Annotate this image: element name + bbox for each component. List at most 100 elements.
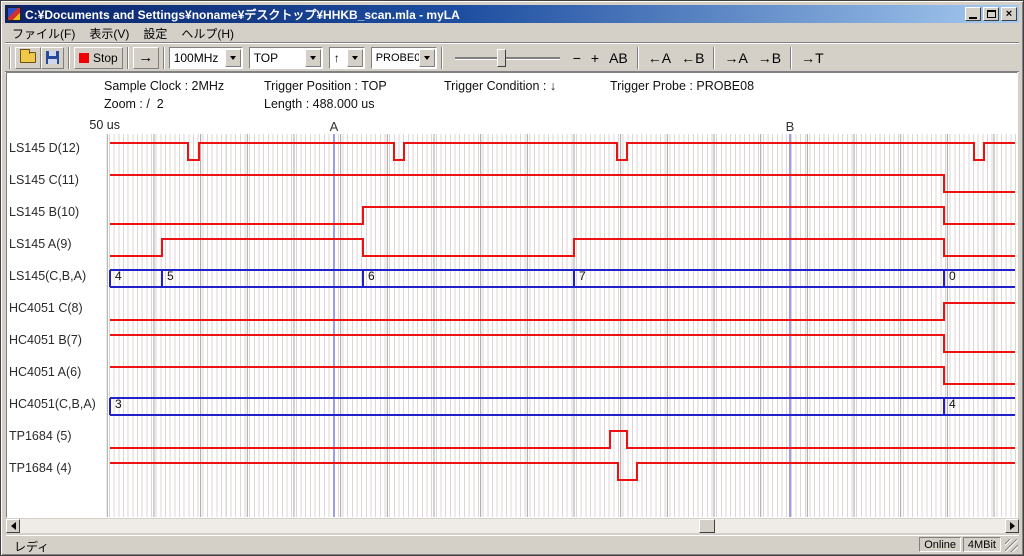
- trigger-probe-info: Trigger Probe : PROBE08: [610, 79, 754, 93]
- marker-a-label: A: [330, 119, 339, 134]
- stop-button[interactable]: Stop: [74, 47, 123, 69]
- bus-value: 6: [368, 269, 375, 283]
- waveform-trace: [110, 175, 1015, 192]
- trigger-position-info: Trigger Position : TOP: [264, 79, 387, 93]
- bus-value: 0: [949, 269, 956, 283]
- status-ready-text: レディ: [14, 538, 49, 555]
- trigger-probe-select[interactable]: PROBE00: [371, 47, 437, 69]
- open-folder-icon: [20, 52, 36, 63]
- waveform-trace: [110, 143, 1015, 160]
- run-arrow-icon: →: [138, 49, 153, 66]
- channel-label: HC4051 B(7): [9, 333, 82, 347]
- toolbar-separator: [127, 47, 129, 69]
- scroll-right-icon: [1010, 522, 1015, 530]
- scroll-right-button[interactable]: [1005, 519, 1019, 533]
- waveform-trace: [110, 335, 1015, 352]
- bus-value: 4: [949, 397, 956, 411]
- open-file-button[interactable]: [15, 47, 41, 69]
- set-marker-a-button[interactable]: →A: [719, 47, 752, 69]
- waveform-trace: [110, 303, 1015, 320]
- length-info: Length : 488.000 us: [264, 97, 375, 111]
- chevron-down-icon[interactable]: [347, 49, 363, 67]
- menu-item-view[interactable]: 表示(V): [82, 23, 136, 44]
- channel-label: LS145 A(9): [9, 237, 72, 251]
- capture-info: Sample Clock : 2MHz Trigger Position : T…: [7, 77, 1017, 113]
- slider-track[interactable]: [455, 57, 560, 59]
- status-online-badge: Online: [919, 537, 961, 552]
- window-title: C:¥Documents and Settings¥noname¥デスクトップ¥…: [25, 6, 965, 23]
- resize-grip[interactable]: [1005, 539, 1018, 552]
- waveform-svg: A B 50 us LS145 D(12) LS145 C(11) LS145 B(10)…: [7, 113, 1015, 518]
- toolbar-gripper: [9, 47, 11, 69]
- channel-label: LS145 B(10): [9, 205, 79, 219]
- chevron-down-icon[interactable]: [419, 49, 435, 67]
- scroll-left-icon: [11, 522, 16, 530]
- trigger-edge-select[interactable]: ↑: [329, 47, 365, 69]
- toolbar-separator: [441, 47, 443, 69]
- channel-label: LS145 C(11): [9, 173, 79, 187]
- goto-trigger-button[interactable]: →T: [796, 47, 829, 69]
- channel-label: TP1684 (4): [9, 461, 72, 475]
- ab-range-button[interactable]: AB: [604, 47, 633, 69]
- zoom-info: Zoom : / 2: [104, 97, 164, 111]
- toolbar: Stop → 100MHz TOP ↑ PROBE00 − + AB: [5, 44, 1019, 72]
- channel-label: HC4051 C(8): [9, 301, 83, 315]
- waveform-trace: [110, 207, 1015, 224]
- channel-label: LS145(C,B,A): [9, 269, 86, 283]
- stop-icon: [79, 53, 89, 63]
- trigger-condition-info: Trigger Condition : ↓: [444, 79, 556, 93]
- toolbar-separator: [713, 47, 715, 69]
- close-button[interactable]: ×: [1001, 7, 1017, 21]
- maximize-button[interactable]: [983, 7, 999, 21]
- zoom-slider[interactable]: [455, 47, 560, 69]
- bus-value: 4: [115, 269, 122, 283]
- channel-label: HC4051 A(6): [9, 365, 81, 379]
- save-file-button[interactable]: [41, 47, 64, 69]
- scrollbar-thumb[interactable]: [699, 519, 715, 533]
- waveform-trace: [110, 463, 1015, 480]
- menu-item-file[interactable]: ファイル(F): [5, 23, 82, 44]
- channel-label: HC4051(C,B,A): [9, 397, 96, 411]
- sample-clock-select[interactable]: 100MHz: [169, 47, 243, 69]
- marker-b-label: B: [786, 119, 795, 134]
- menu-item-settings[interactable]: 設定: [136, 23, 174, 44]
- app-window: C:¥Documents and Settings¥noname¥デスクトップ¥…: [0, 0, 1024, 556]
- scroll-left-button[interactable]: [6, 519, 20, 533]
- waveform-trace: [110, 367, 1015, 384]
- waveform-trace: [110, 431, 1015, 448]
- toolbar-separator: [68, 47, 70, 69]
- channel-label: LS145 D(12): [9, 141, 80, 155]
- zoom-in-button[interactable]: +: [586, 47, 604, 69]
- status-bar: レディ Online 4MBit: [6, 535, 1019, 553]
- minimize-icon: [969, 17, 977, 19]
- minimize-button[interactable]: [965, 7, 981, 21]
- toolbar-separator: [163, 47, 165, 69]
- chevron-down-icon[interactable]: [225, 49, 241, 67]
- channel-label: TP1684 (5): [9, 429, 72, 443]
- chevron-down-icon[interactable]: [305, 49, 321, 67]
- time-scale-label: 50 us: [89, 118, 120, 132]
- trigger-position-select[interactable]: TOP: [249, 47, 323, 69]
- bus-value: 7: [579, 269, 586, 283]
- save-icon: [46, 51, 59, 64]
- close-icon: ×: [1006, 9, 1012, 20]
- horizontal-scrollbar[interactable]: [6, 519, 1019, 533]
- bus-value: 3: [115, 397, 122, 411]
- sample-clock-info: Sample Clock : 2MHz: [104, 79, 224, 93]
- set-marker-b-button[interactable]: →B: [753, 47, 786, 69]
- toolbar-separator: [637, 47, 639, 69]
- waveform-trace: [110, 239, 1015, 256]
- zoom-out-button[interactable]: −: [568, 47, 586, 69]
- status-memory-badge: 4MBit: [963, 537, 1001, 552]
- stop-label: Stop: [93, 51, 118, 65]
- menu-item-help[interactable]: ヘルプ(H): [174, 23, 241, 44]
- goto-marker-b-button[interactable]: ←B: [676, 47, 709, 69]
- run-button[interactable]: →: [133, 47, 159, 69]
- maximize-icon: [987, 10, 996, 18]
- title-bar[interactable]: C:¥Documents and Settings¥noname¥デスクトップ¥…: [5, 5, 1019, 23]
- waveform-display[interactable]: A B 50 us LS145 D(12) LS145 C(11) LS145 B(10)…: [7, 113, 1015, 518]
- waveform-client-area: Sample Clock : 2MHz Trigger Position : T…: [6, 72, 1018, 518]
- menu-bar: ファイル(F)表示(V)設定ヘルプ(H): [5, 24, 1019, 43]
- goto-marker-a-button[interactable]: ←A: [643, 47, 676, 69]
- slider-thumb[interactable]: [497, 49, 506, 67]
